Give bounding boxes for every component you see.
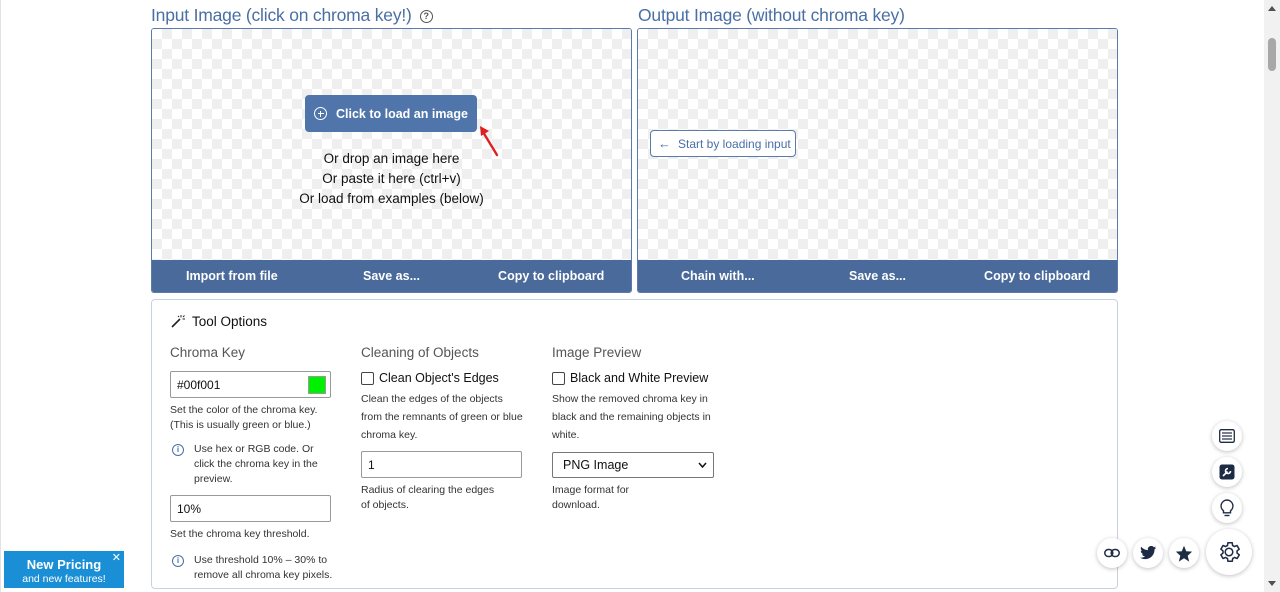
start-loading-label: Start by loading input xyxy=(678,136,791,151)
cleaning-heading: Cleaning of Objects xyxy=(361,345,479,360)
page: Input Image (click on chroma key!)? Clic… xyxy=(0,0,1264,592)
paste-line: Or paste it here (ctrl+v) xyxy=(322,171,461,186)
close-icon[interactable]: ✕ xyxy=(112,551,121,564)
cleaning-column: Cleaning of Objects Clean Object's Edges… xyxy=(361,345,526,513)
tool-options: Tool Options Chroma Key #00f001 Set the … xyxy=(151,299,1118,589)
info-icon: i xyxy=(172,444,184,456)
chroma-color-info: i Use hex or RGB code. Or click the chro… xyxy=(170,442,335,487)
radius-value: 1 xyxy=(368,457,375,472)
output-copy-clipboard-button[interactable]: Copy to clipboard xyxy=(957,269,1117,283)
input-title: Input Image (click on chroma key!)? xyxy=(151,5,433,26)
chroma-color-hint: Set the color of the chroma key. (This i… xyxy=(170,403,335,433)
threshold-value: 10% xyxy=(177,501,202,516)
radius-hint: Radius of clearing the edges of objects. xyxy=(361,484,495,511)
input-copy-clipboard-button[interactable]: Copy to clipboard xyxy=(471,269,631,283)
tool-options-title: Tool Options xyxy=(170,314,267,329)
chain-with-button[interactable]: Chain with... xyxy=(638,269,798,283)
threshold-info: i Use threshold 10% – 30% to remove all … xyxy=(170,553,335,583)
load-image-label: Click to load an image xyxy=(336,106,468,121)
threshold-input[interactable]: 10% xyxy=(170,495,331,522)
star-icon xyxy=(1175,545,1193,562)
bw-preview-hint: Show the removed chroma key in black and… xyxy=(552,393,711,441)
scroll-up-icon[interactable] xyxy=(1268,6,1276,11)
help-icon[interactable]: ? xyxy=(419,10,433,23)
page-scrollbar[interactable] xyxy=(1264,0,1280,592)
clean-edges-checkbox-row[interactable]: Clean Object's Edges xyxy=(361,371,526,385)
tools-button[interactable] xyxy=(1212,457,1242,487)
clean-edges-checkbox[interactable] xyxy=(361,371,374,385)
bw-preview-checkbox[interactable] xyxy=(552,371,565,385)
format-value: PNG Image xyxy=(563,458,629,472)
drop-line: Or drop an image here xyxy=(323,151,460,166)
import-from-file-button[interactable]: Import from file xyxy=(152,269,312,283)
list-icon xyxy=(1219,429,1235,443)
lightbulb-icon xyxy=(1220,499,1234,517)
output-action-bar: Chain with... Save as... Copy to clipboa… xyxy=(638,260,1117,292)
radius-input[interactable]: 1 xyxy=(361,451,522,478)
magic-wand-icon xyxy=(171,315,185,328)
drop-instructions: Or drop an image here Or paste it here (… xyxy=(152,149,631,209)
color-swatch[interactable] xyxy=(308,376,326,394)
ideas-button[interactable] xyxy=(1212,493,1242,523)
input-action-bar: Import from file Save as... Copy to clip… xyxy=(152,260,631,292)
threshold-hint: Set the chroma key threshold. xyxy=(170,528,310,540)
plus-circle-icon xyxy=(314,107,327,120)
preview-heading: Image Preview xyxy=(552,345,642,360)
chroma-color-hint-line2: (This is usually green or blue.) xyxy=(170,419,311,431)
chroma-color-hint-line1: Set the color of the chroma key. xyxy=(170,404,318,416)
output-save-as-button[interactable]: Save as... xyxy=(798,269,958,283)
pricing-title: New Pricing xyxy=(26,557,102,572)
list-button[interactable] xyxy=(1212,421,1242,451)
format-hint: Image format for download. xyxy=(552,484,630,511)
wrench-icon xyxy=(1219,464,1235,480)
scroll-thumb[interactable] xyxy=(1268,38,1276,71)
clean-edges-hint: Clean the edges of the objects from the … xyxy=(361,393,523,441)
input-canvas[interactable] xyxy=(152,29,631,260)
input-save-as-button[interactable]: Save as... xyxy=(312,269,472,283)
input-panel[interactable]: Click to load an image Or drop an image … xyxy=(151,28,632,293)
bw-preview-checkbox-row[interactable]: Black and White Preview xyxy=(552,371,717,385)
link-icon xyxy=(1104,548,1120,558)
chevron-down-icon xyxy=(698,462,707,468)
output-panel: ← Start by loading input Chain with... S… xyxy=(637,28,1118,293)
tool-options-label: Tool Options xyxy=(192,314,268,329)
chroma-key-heading: Chroma Key xyxy=(170,345,246,360)
clean-edges-label: Clean Object's Edges xyxy=(379,371,499,385)
gear-icon xyxy=(1220,542,1241,562)
chroma-color-info-text: Use hex or RGB code. Or click the chroma… xyxy=(194,443,318,485)
load-image-button[interactable]: Click to load an image xyxy=(305,95,477,132)
scroll-down-icon[interactable] xyxy=(1268,581,1276,586)
bw-preview-label: Black and White Preview xyxy=(570,371,709,385)
chroma-key-column: Chroma Key #00f001 Set the color of the … xyxy=(170,345,335,583)
chroma-color-input[interactable]: #00f001 xyxy=(170,371,331,398)
examples-line: Or load from examples (below) xyxy=(299,191,484,206)
info-icon: i xyxy=(172,555,184,567)
output-title: Output Image (without chroma key) xyxy=(638,5,905,25)
input-title-text: Input Image (click on chroma key!) xyxy=(151,5,412,25)
settings-button[interactable] xyxy=(1206,529,1252,575)
twitter-button[interactable] xyxy=(1133,538,1163,568)
arrow-left-icon: ← xyxy=(658,136,671,151)
twitter-icon xyxy=(1139,546,1156,560)
start-loading-button[interactable]: ← Start by loading input xyxy=(650,130,796,157)
preview-column: Image Preview Black and White Preview Sh… xyxy=(552,345,717,513)
chroma-color-value: #00f001 xyxy=(177,377,221,392)
star-button[interactable] xyxy=(1169,538,1199,568)
new-pricing-banner[interactable]: New Pricing and new features! ✕ xyxy=(4,551,124,588)
pricing-subtitle: and new features! xyxy=(22,573,106,585)
format-select[interactable]: PNG Image xyxy=(552,452,714,478)
threshold-info-text: Use threshold 10% – 30% to remove all ch… xyxy=(194,554,333,581)
link-button[interactable] xyxy=(1097,538,1127,568)
